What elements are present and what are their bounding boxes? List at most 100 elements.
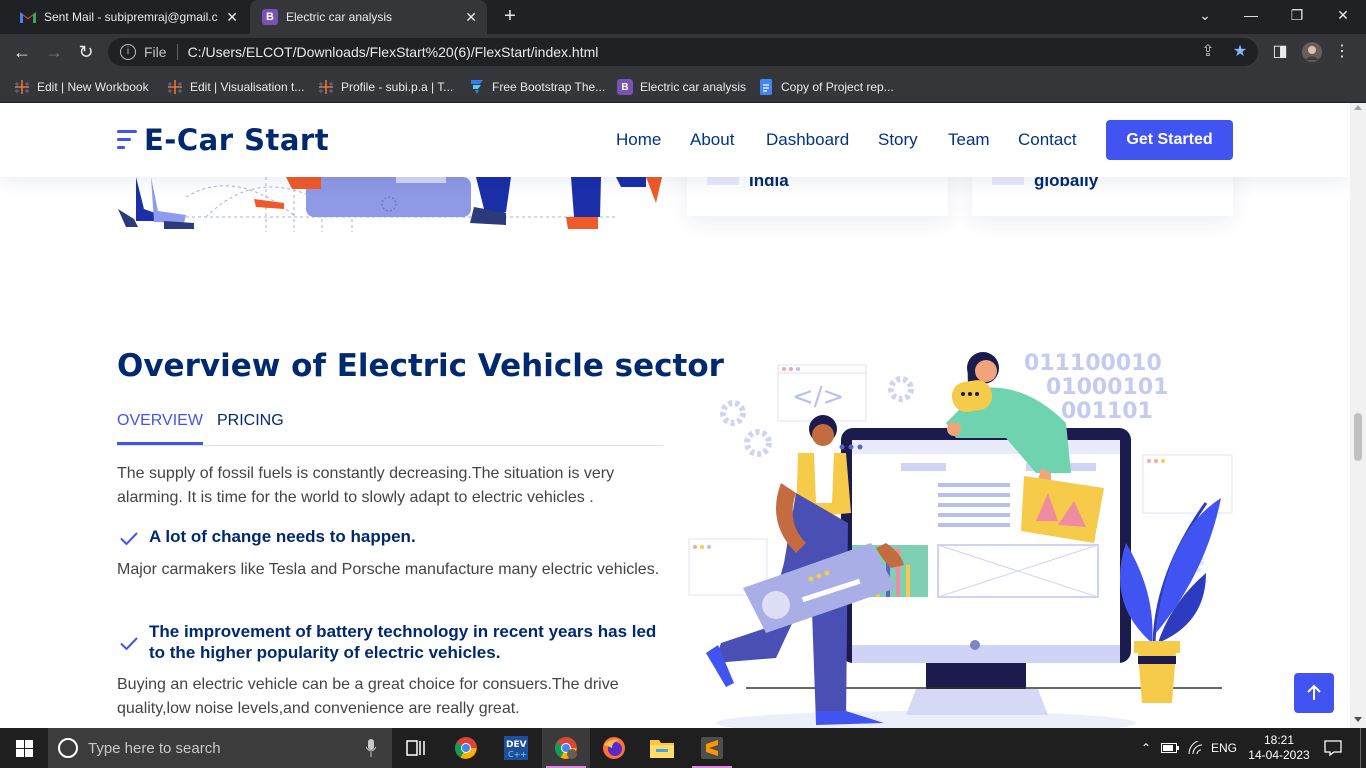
new-tab-button[interactable]: +: [498, 5, 522, 29]
google-docs-icon: [758, 79, 774, 95]
check-list-item: The improvement of battery technology in…: [117, 621, 663, 663]
bookmark-label: Profile - subi.p.a | T...: [341, 80, 454, 94]
close-window-button[interactable]: ✕: [1320, 0, 1366, 30]
section-title: Overview of Electric Vehicle sector: [117, 348, 724, 384]
windows-logo-icon: [15, 739, 33, 757]
check-list-item: A lot of change needs to happen.: [117, 526, 663, 550]
devcpp-icon[interactable]: DEV C++: [492, 728, 540, 768]
menu-kebab-icon[interactable]: ⋮: [1332, 42, 1352, 62]
scroll-up-arrow-icon[interactable]: [1354, 105, 1362, 110]
restore-button[interactable]: ❐: [1274, 0, 1320, 30]
address-divider: [176, 44, 178, 60]
binary-line: 001101: [1061, 399, 1153, 424]
hero-illustration-fragment: [116, 177, 662, 232]
tab-electric-car-analysis[interactable]: B Electric car analysis ✕: [250, 0, 487, 34]
scroll-down-arrow-icon[interactable]: [1354, 717, 1362, 722]
profile-avatar[interactable]: [1302, 42, 1322, 62]
wifi-icon[interactable]: [1184, 728, 1208, 768]
windows-start-button[interactable]: [0, 728, 48, 768]
tableau-icon: [167, 79, 183, 95]
show-desktop-button[interactable]: [1360, 728, 1366, 768]
browser-tab-strip: Sent Mail - subipremraj@gmail.c ✕ B Elec…: [0, 0, 1366, 34]
gmail-icon: [20, 9, 36, 25]
bookmark-label: Free Bootstrap The...: [492, 80, 606, 94]
nav-story[interactable]: Story: [878, 130, 918, 150]
show-hidden-icons-chevron-icon[interactable]: ⌃: [1136, 728, 1156, 768]
battery-icon[interactable]: [1158, 728, 1182, 768]
close-tab-icon[interactable]: ✕: [226, 9, 238, 26]
site-info-icon[interactable]: i: [120, 44, 136, 60]
microphone-icon[interactable]: [366, 739, 376, 757]
check-item-heading: The improvement of battery technology in…: [149, 622, 657, 662]
binary-line: 011100010: [1024, 351, 1162, 376]
bookmark-item[interactable]: B Electric car analysis: [617, 77, 746, 97]
nav-team[interactable]: Team: [948, 130, 990, 150]
task-view-icon[interactable]: [392, 728, 440, 768]
tab-title: Electric car analysis: [286, 10, 393, 24]
svg-text:</>: </>: [792, 382, 844, 412]
back-to-top-button[interactable]: [1294, 673, 1334, 713]
windows-taskbar: Type here to search DEV C++ ⌃ ENG 18:21 1…: [0, 728, 1366, 768]
nav-dashboard[interactable]: Dashboard: [766, 130, 849, 150]
input-language[interactable]: ENG: [1208, 728, 1240, 768]
address-bar[interactable]: i File C:/Users/ELCOT/Downloads/FlexStar…: [108, 38, 1258, 66]
chrome-profile-icon[interactable]: [542, 728, 590, 768]
clock-time: 18:21: [1263, 733, 1295, 747]
bookmark-label: Copy of Project rep...: [781, 80, 894, 94]
chrome-icon[interactable]: [442, 728, 490, 768]
intro-paragraph: The supply of fossil fuels is constantly…: [117, 465, 615, 506]
sublime-text-icon[interactable]: [688, 728, 736, 768]
system-clock[interactable]: 18:21 14-04-2023: [1244, 728, 1314, 768]
bootstrap-icon: B: [617, 79, 633, 95]
tab-overview[interactable]: OVERVIEW: [117, 412, 203, 445]
side-panel-icon[interactable]: ◨: [1270, 42, 1290, 62]
share-icon[interactable]: ⇪: [1198, 42, 1218, 62]
tab-title: Sent Mail - subipremraj@gmail.c: [44, 10, 218, 24]
address-scheme: File: [144, 44, 167, 60]
bookmark-item[interactable]: Copy of Project rep...: [758, 77, 894, 97]
scrollbar-thumb[interactable]: [1354, 413, 1362, 461]
address-url: C:/Users/ELCOT/Downloads/FlexStart%20(6)…: [187, 44, 599, 60]
firefox-icon[interactable]: [590, 728, 638, 768]
site-logo[interactable]: E-Car Start: [117, 123, 329, 157]
nav-home[interactable]: Home: [616, 130, 661, 150]
logo-icon: [117, 127, 137, 153]
close-tab-icon[interactable]: ✕: [465, 9, 477, 26]
bookmark-star-icon[interactable]: ★: [1230, 42, 1250, 62]
file-explorer-icon[interactable]: [638, 728, 686, 768]
taskbar-search[interactable]: Type here to search: [48, 728, 392, 768]
overview-illustration: </> 011100010 01000101 001101: [686, 343, 1236, 728]
get-started-button[interactable]: Get Started: [1106, 120, 1233, 160]
tab-pricing[interactable]: PRICING: [217, 412, 284, 442]
forward-arrow-icon[interactable]: →: [42, 40, 66, 64]
check-item-body: Buying an electric vehicle can be a grea…: [117, 676, 619, 717]
tab-search-chevron-icon[interactable]: ⌄: [1182, 0, 1228, 30]
bookmark-label: Edit | Visualisation t...: [190, 80, 305, 94]
tab-sent-mail[interactable]: Sent Mail - subipremraj@gmail.c ✕: [8, 0, 248, 34]
taskbar-search-placeholder: Type here to search: [88, 739, 221, 757]
bookmark-label: Edit | New Workbook: [37, 80, 149, 94]
bookmark-item[interactable]: Profile - subi.p.a | T...: [318, 77, 453, 97]
bookmark-item[interactable]: Free Bootstrap The...: [469, 77, 605, 97]
check-item-heading: A lot of change needs to happen.: [149, 527, 416, 546]
svg-text:DEV: DEV: [506, 740, 527, 750]
clock-date: 14-04-2023: [1248, 748, 1310, 762]
browser-toolbar: ← → ↻ i File C:/Users/ELCOT/Downloads/Fl…: [0, 34, 1366, 70]
nav-about[interactable]: About: [690, 130, 734, 150]
bookmark-item[interactable]: Edit | New Workbook: [14, 77, 149, 97]
bookmark-label: Electric car analysis: [640, 80, 747, 94]
notifications-icon[interactable]: [1316, 728, 1350, 768]
page-scrollbar[interactable]: [1350, 103, 1366, 728]
logo-text: E-Car Start: [144, 123, 330, 157]
check-item-body: Major carmakers like Tesla and Porsche m…: [117, 561, 660, 578]
back-arrow-icon[interactable]: ←: [10, 40, 34, 64]
tableau-icon: [14, 79, 30, 95]
minimize-button[interactable]: —: [1228, 0, 1274, 30]
reload-icon[interactable]: ↻: [74, 40, 98, 64]
arrow-up-icon: [1307, 684, 1321, 700]
check-icon: [120, 637, 138, 651]
nav-contact[interactable]: Contact: [1018, 130, 1077, 150]
web-page: India globally E-Car Start Home About Da…: [0, 103, 1350, 728]
bookmarks-bar: Edit | New Workbook Edit | Visualisation…: [0, 70, 1366, 103]
bookmark-item[interactable]: Edit | Visualisation t...: [167, 77, 304, 97]
